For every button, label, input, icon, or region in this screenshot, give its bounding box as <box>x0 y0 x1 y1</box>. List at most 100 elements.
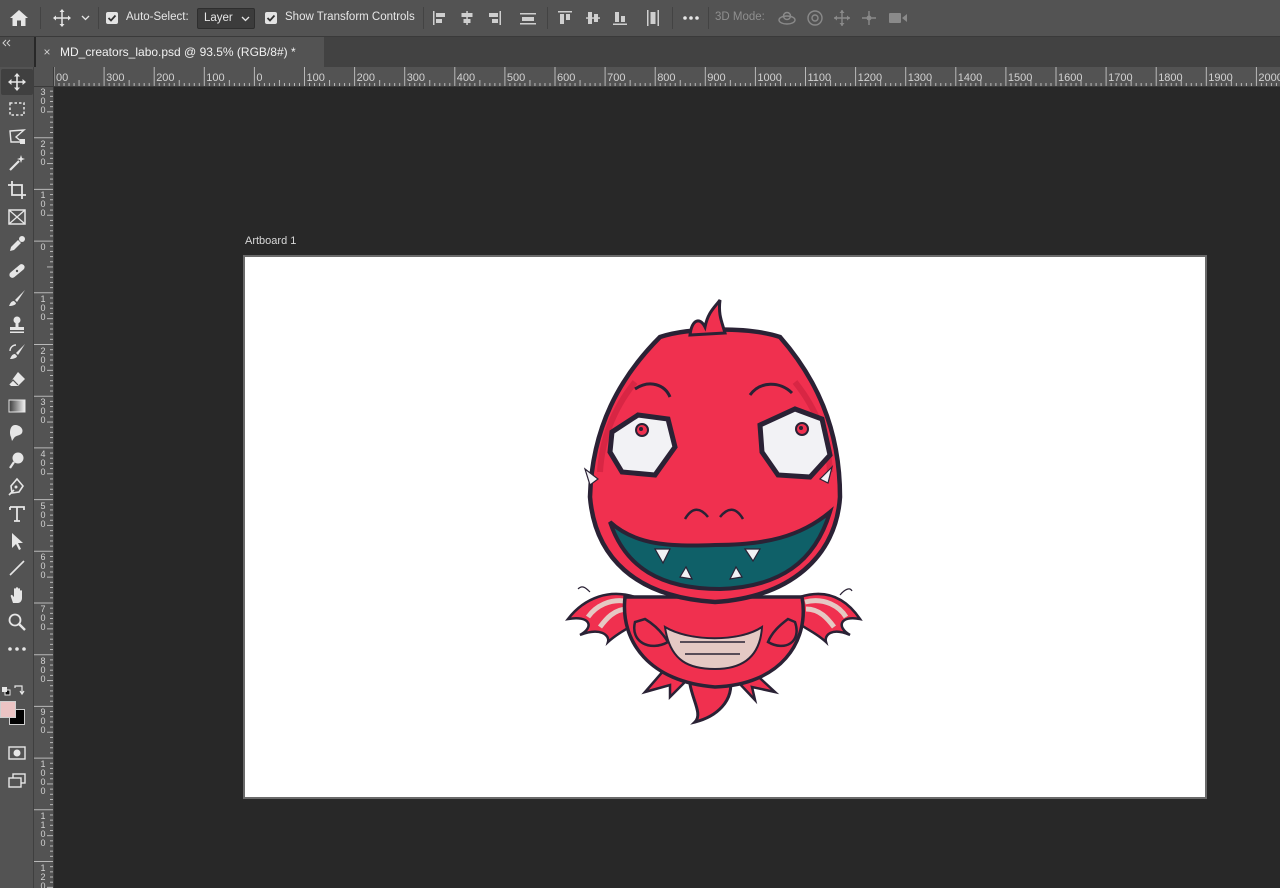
ruler-label: 1900 <box>1208 72 1233 84</box>
distribute-vertical-button[interactable] <box>518 9 538 27</box>
zoom-tool[interactable] <box>1 609 33 635</box>
ruler-label: 900 <box>707 72 726 84</box>
slide-3d-camera-button[interactable] <box>859 8 879 28</box>
stamp-icon <box>10 316 24 333</box>
document-canvas[interactable]: Artboard 1 <box>54 87 1280 888</box>
marquee-tool[interactable] <box>1 96 33 122</box>
close-tab-button[interactable]: × <box>38 45 56 59</box>
orbit-icon <box>778 11 796 25</box>
ruler-label: 700 <box>40 604 46 632</box>
dragon-illustration <box>565 299 863 725</box>
screen-mode-icon <box>8 773 26 788</box>
distribute-icon <box>520 13 536 25</box>
hand-tool[interactable] <box>1 582 33 608</box>
align-right-edges-button[interactable] <box>485 9 503 27</box>
ruler-label: 1000 <box>757 72 782 84</box>
ruler-label: 00 <box>56 72 69 84</box>
home-button[interactable] <box>7 7 31 29</box>
swap-colors-button[interactable] <box>13 683 25 696</box>
align-horizontal-centers-button[interactable] <box>458 9 476 27</box>
ruler-label: 100 <box>40 190 46 219</box>
toolbar-header[interactable] <box>0 37 34 67</box>
artboard[interactable] <box>243 255 1207 799</box>
ruler-label: 100 <box>206 72 225 84</box>
align-top-edges-button[interactable] <box>556 9 574 27</box>
gradient-tool[interactable] <box>1 393 33 419</box>
lasso-tool[interactable] <box>1 123 33 149</box>
blur-tool[interactable] <box>1 420 33 446</box>
more-options-button[interactable] <box>680 9 702 27</box>
roll-3d-camera-button[interactable] <box>805 8 825 28</box>
tool-preset-picker[interactable] <box>52 8 92 28</box>
type-tool[interactable] <box>1 501 33 527</box>
ruler-label: 800 <box>40 655 46 684</box>
history-brush-tool[interactable] <box>1 339 33 365</box>
separator <box>547 7 548 29</box>
orbit-3d-camera-button[interactable] <box>776 8 798 28</box>
document-tab-bar: × MD_creators_labo.psd @ 93.5% (RGB/8#) … <box>36 37 1280 67</box>
document-tab[interactable]: × MD_creators_labo.psd @ 93.5% (RGB/8#) … <box>36 37 324 67</box>
dolly-3d-camera-button[interactable] <box>886 8 910 28</box>
crop-tool[interactable] <box>1 177 33 203</box>
horizontal-ruler[interactable]: 00 300 200 100 0 100 200 300 400 500 600 700 800 900 1… <box>54 67 1280 87</box>
auto-select-checkbox[interactable] <box>106 12 118 24</box>
ruler-label: 1400 <box>957 72 983 84</box>
ruler-label: 1500 <box>1007 72 1033 84</box>
align-vertical-centers-button[interactable] <box>584 9 602 27</box>
ruler-origin[interactable] <box>34 67 54 87</box>
brush-tool[interactable] <box>1 285 33 311</box>
align-bottom-icon <box>613 12 627 25</box>
vertical-ruler[interactable]: 300 200 100 0 100 200 300 400 500 600 700 800 900 100… <box>34 87 54 888</box>
ruler-label: 200 <box>40 138 46 167</box>
frame-tool[interactable] <box>1 204 33 230</box>
align-bottom-edges-button[interactable] <box>611 9 629 27</box>
artboard-name-label[interactable]: Artboard 1 <box>245 235 296 247</box>
magic-wand-tool[interactable] <box>1 150 33 176</box>
eraser-tool[interactable] <box>1 366 33 392</box>
healing-brush-tool[interactable] <box>1 258 33 284</box>
ruler-label: 1800 <box>1158 72 1183 84</box>
arrow-cursor-icon <box>12 533 23 550</box>
align-left-edges-button[interactable] <box>431 9 449 27</box>
brush-icon <box>9 290 25 306</box>
edit-toolbar-button[interactable] <box>1 636 33 662</box>
ruler-label: 1200 <box>40 862 46 888</box>
clone-stamp-tool[interactable] <box>1 312 33 338</box>
pen-tool[interactable] <box>1 474 33 500</box>
3d-mode-label: 3D Mode: <box>715 11 765 23</box>
align-top-icon <box>558 11 572 24</box>
screen-mode-button[interactable] <box>1 767 33 793</box>
frame-icon <box>8 209 26 225</box>
eyedropper-icon <box>10 236 25 251</box>
swap-arrows-icon <box>14 685 25 696</box>
auto-select-target-dropdown[interactable]: Layer <box>197 8 255 29</box>
foreground-color-swatch[interactable] <box>0 701 16 718</box>
separator <box>98 7 99 29</box>
home-icon <box>10 10 28 26</box>
default-colors-button[interactable] <box>1 683 11 696</box>
ruler-label: 2000 <box>1258 72 1280 84</box>
eyedropper-tool[interactable] <box>1 231 33 257</box>
move-tool[interactable] <box>1 69 33 95</box>
show-transform-checkbox[interactable] <box>265 12 277 24</box>
align-middle-icon <box>586 12 600 24</box>
separator <box>708 7 709 29</box>
move-tool-icon <box>53 9 90 27</box>
options-bar: Auto-Select: Layer Show Transform Contro… <box>0 0 1280 37</box>
ruler-label: 700 <box>607 72 626 84</box>
align-center-icon <box>461 11 473 25</box>
quick-mask-button[interactable] <box>1 740 33 766</box>
distribute-horizontal-button[interactable] <box>644 9 662 27</box>
quick-mask-icon <box>8 746 26 760</box>
line-tool[interactable] <box>1 555 33 581</box>
dodge-tool[interactable] <box>1 447 33 473</box>
collapse-arrows-icon <box>2 39 11 47</box>
separator <box>423 7 424 29</box>
move-tool-icon <box>8 73 26 91</box>
line-icon <box>9 560 25 576</box>
path-selection-tool[interactable] <box>1 528 33 554</box>
smudge-icon <box>10 425 23 441</box>
checkmark-icon <box>107 14 117 22</box>
ruler-label: 1600 <box>1058 72 1083 84</box>
pan-3d-camera-button[interactable] <box>832 8 852 28</box>
